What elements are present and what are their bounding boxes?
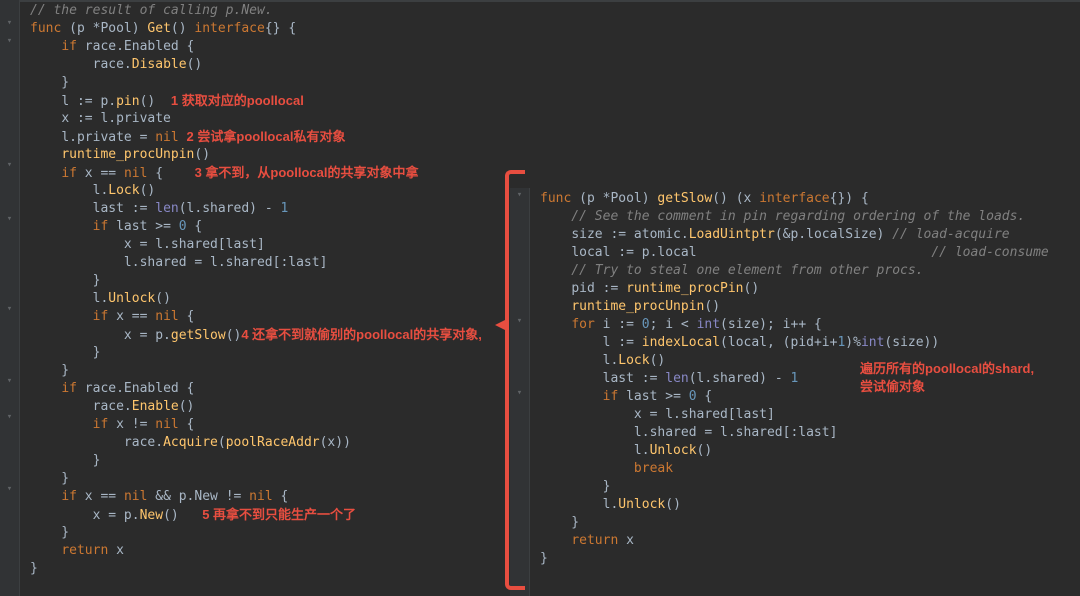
code-line: x = p.New() 5 再拿不到只能生产一个了 xyxy=(30,506,510,524)
code-line: func (p *Pool) getSlow() (x interface{})… xyxy=(540,190,1070,208)
code-line: l := p.pin() 1 获取对应的poollocal xyxy=(30,92,510,110)
fold-icon[interactable]: ▾ xyxy=(4,18,15,29)
code-line: race.Enable() xyxy=(30,398,510,416)
code-line: race.Acquire(poolRaceAddr(x)) xyxy=(30,434,510,452)
code-line: if x != nil { xyxy=(30,416,510,434)
code-line: } xyxy=(30,362,510,380)
fold-icon[interactable]: ▾ xyxy=(4,412,15,423)
code-line: local := p.local // load-consume xyxy=(540,244,1070,262)
code-line: size := atomic.LoadUintptr(&p.localSize)… xyxy=(540,226,1070,244)
right-code-panel[interactable]: ▾ ▾ ▾ func (p *Pool) getSlow() (x interf… xyxy=(510,0,1070,596)
code-line: for i := 0; i < int(size); i++ { xyxy=(540,316,1070,334)
code-line: } xyxy=(540,550,1070,568)
code-line: x = l.shared[last] xyxy=(30,236,510,254)
annotation-5: 5 再拿不到只能生产一个了 xyxy=(202,507,356,522)
code-line: runtime_procUnpin() xyxy=(540,298,1070,316)
code-line: l.shared = l.shared[:last] xyxy=(30,254,510,272)
code-line: l := indexLocal(local, (pid+i+1)%int(siz… xyxy=(540,334,1070,352)
fold-icon[interactable]: ▾ xyxy=(4,304,15,315)
code-line: } xyxy=(540,478,1070,496)
annotation-1: 1 获取对应的poollocal xyxy=(171,93,304,108)
code-line: x = l.shared[last] xyxy=(540,406,1070,424)
code-line: x := l.private xyxy=(30,110,510,128)
gutter-left: ▾ ▾ ▾ ▾ ▾ ▾ ▾ ▾ xyxy=(0,0,20,596)
fold-icon[interactable]: ▾ xyxy=(4,214,15,225)
code-line: if x == nil { xyxy=(30,308,510,326)
code-line: l.private = nil 2 尝试拿poollocal私有对象 xyxy=(30,128,510,146)
fold-icon[interactable]: ▾ xyxy=(4,160,15,171)
code-line: return x xyxy=(30,542,510,560)
code-line: if x == nil { 3 拿不到，从poollocal的共享对象中拿 xyxy=(30,164,510,182)
arrow-icon xyxy=(495,318,509,332)
fold-icon[interactable]: ▾ xyxy=(4,36,15,47)
code-line: return x xyxy=(540,532,1070,550)
code-line: func (p *Pool) Get() interface{} { xyxy=(30,20,510,38)
code-line: l.Unlock() xyxy=(30,290,510,308)
code-line: // See the comment in pin regarding orde… xyxy=(540,208,1070,226)
code-line: l.shared = l.shared[:last] xyxy=(540,424,1070,442)
code-editor[interactable]: ▾ ▾ ▾ ▾ ▾ ▾ ▾ ▾ // the result of calling… xyxy=(0,0,1080,596)
annotation-3: 3 拿不到，从poollocal的共享对象中拿 xyxy=(195,165,419,180)
code-line: } xyxy=(30,470,510,488)
annotation-4: 4 还拿不到就偷别的poollocal的共享对象, xyxy=(241,327,482,342)
code-line: race.Disable() xyxy=(30,56,510,74)
code-line: } xyxy=(30,452,510,470)
code-line: } xyxy=(30,272,510,290)
code-line: } xyxy=(30,524,510,542)
fold-icon[interactable]: ▾ xyxy=(4,484,15,495)
code-line: l.Lock() xyxy=(30,182,510,200)
annotation-2: 2 尝试拿poollocal私有对象 xyxy=(187,129,346,144)
code-line: pid := runtime_procPin() xyxy=(540,280,1070,298)
code-line: if race.Enabled { xyxy=(30,380,510,398)
code-line: runtime_procUnpin() xyxy=(30,146,510,164)
code-line: break xyxy=(540,460,1070,478)
code-line: } xyxy=(540,514,1070,532)
code-line: if x == nil && p.New != nil { xyxy=(30,488,510,506)
code-line: l.Unlock() xyxy=(540,442,1070,460)
fold-icon[interactable]: ▾ xyxy=(4,376,15,387)
code-line: if race.Enabled { xyxy=(30,38,510,56)
code-line: if last >= 0 { xyxy=(30,218,510,236)
code-line: // the result of calling p.New. xyxy=(30,2,510,20)
code-line: l.Unlock() xyxy=(540,496,1070,514)
bracket-annotation xyxy=(505,170,525,590)
code-line: // Try to steal one element from other p… xyxy=(540,262,1070,280)
code-line: } xyxy=(30,560,510,578)
annotation-right: 遍历所有的poollocal的shard, 尝试偷对象 xyxy=(860,360,1034,396)
left-code-panel[interactable]: ▾ ▾ ▾ ▾ ▾ ▾ ▾ ▾ // the result of calling… xyxy=(0,0,510,596)
code-line: x = p.getSlow()4 还拿不到就偷别的poollocal的共享对象, xyxy=(30,326,510,344)
code-line: } xyxy=(30,344,510,362)
code-line: last := len(l.shared) - 1 xyxy=(30,200,510,218)
code-line: } xyxy=(30,74,510,92)
